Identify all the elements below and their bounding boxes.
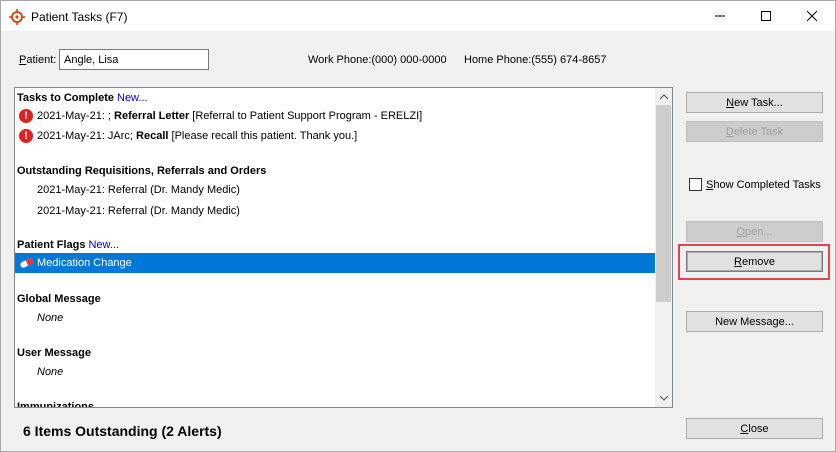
scroll-down-button[interactable] — [655, 390, 672, 407]
chevron-down-icon — [659, 396, 668, 401]
orders-header: Outstanding Requisitions, Referrals and … — [17, 165, 267, 177]
remove-button[interactable]: Remove — [686, 251, 823, 272]
close-icon — [807, 11, 817, 21]
window-title: Patient Tasks (F7) — [31, 10, 128, 24]
flag-item-selected[interactable]: Medication Change — [15, 253, 656, 273]
maximize-icon — [761, 11, 771, 21]
list-item[interactable]: ! 2021-May-21: ; Referral Letter [Referr… — [15, 106, 656, 126]
chevron-up-icon — [659, 94, 668, 99]
new-flag-link[interactable]: New... — [88, 239, 119, 251]
minimize-icon — [715, 15, 725, 17]
user-message-header: User Message — [17, 347, 91, 359]
show-completed-label: Show Completed Tasks — [706, 178, 821, 191]
pill-icon — [20, 258, 34, 268]
target-icon — [9, 9, 25, 25]
title-bar: Patient Tasks (F7) — [1, 1, 835, 31]
new-task-button[interactable]: New Task... — [686, 92, 823, 113]
scroll-up-button[interactable] — [655, 88, 672, 105]
list-item[interactable]: 2021-May-21: Referral (Dr. Mandy Medic) — [15, 201, 656, 221]
list-item[interactable]: ! 2021-May-21: JArc; Recall [Please reca… — [15, 126, 656, 146]
show-completed-checkbox[interactable]: Show Completed Tasks — [689, 178, 821, 191]
minimize-button[interactable] — [697, 1, 743, 31]
patient-name-field[interactable] — [59, 49, 209, 70]
status-text: 6 Items Outstanding (2 Alerts) — [23, 423, 222, 439]
flags-header: Patient Flags New... — [17, 239, 120, 251]
patient-label: Patient: — [19, 54, 57, 66]
new-task-link[interactable]: New... — [117, 92, 148, 104]
alert-icon: ! — [19, 109, 33, 123]
home-phone: Home Phone:(555) 674-8657 — [464, 54, 607, 66]
work-phone: Work Phone:(000) 000-0000 — [308, 54, 447, 66]
user-message-value: None — [37, 366, 64, 378]
global-message-value: None — [37, 312, 64, 324]
scroll-thumb[interactable] — [656, 105, 671, 302]
vertical-scrollbar[interactable] — [655, 88, 672, 407]
immunizations-header: Immunizations — [17, 401, 95, 407]
close-button[interactable]: Close — [686, 418, 823, 439]
tasks-header: Tasks to Complete New... — [17, 92, 148, 104]
close-window-button[interactable] — [789, 1, 835, 31]
tasks-list[interactable]: Tasks to Complete New... ! 2021-May-21: ;… — [14, 87, 673, 408]
new-message-button[interactable]: New Message... — [686, 311, 823, 332]
checkbox-box[interactable] — [689, 178, 702, 191]
patient-tasks-window: Patient Tasks (F7) Patient: Work Phone:(… — [0, 0, 836, 452]
list-item[interactable]: 2021-May-21: Referral (Dr. Mandy Medic) — [15, 180, 656, 200]
open-button[interactable]: Open... — [686, 221, 823, 242]
maximize-button[interactable] — [743, 1, 789, 31]
delete-task-button[interactable]: Delete Task — [686, 121, 823, 142]
alert-icon: ! — [19, 129, 33, 143]
global-message-header: Global Message — [17, 293, 101, 305]
